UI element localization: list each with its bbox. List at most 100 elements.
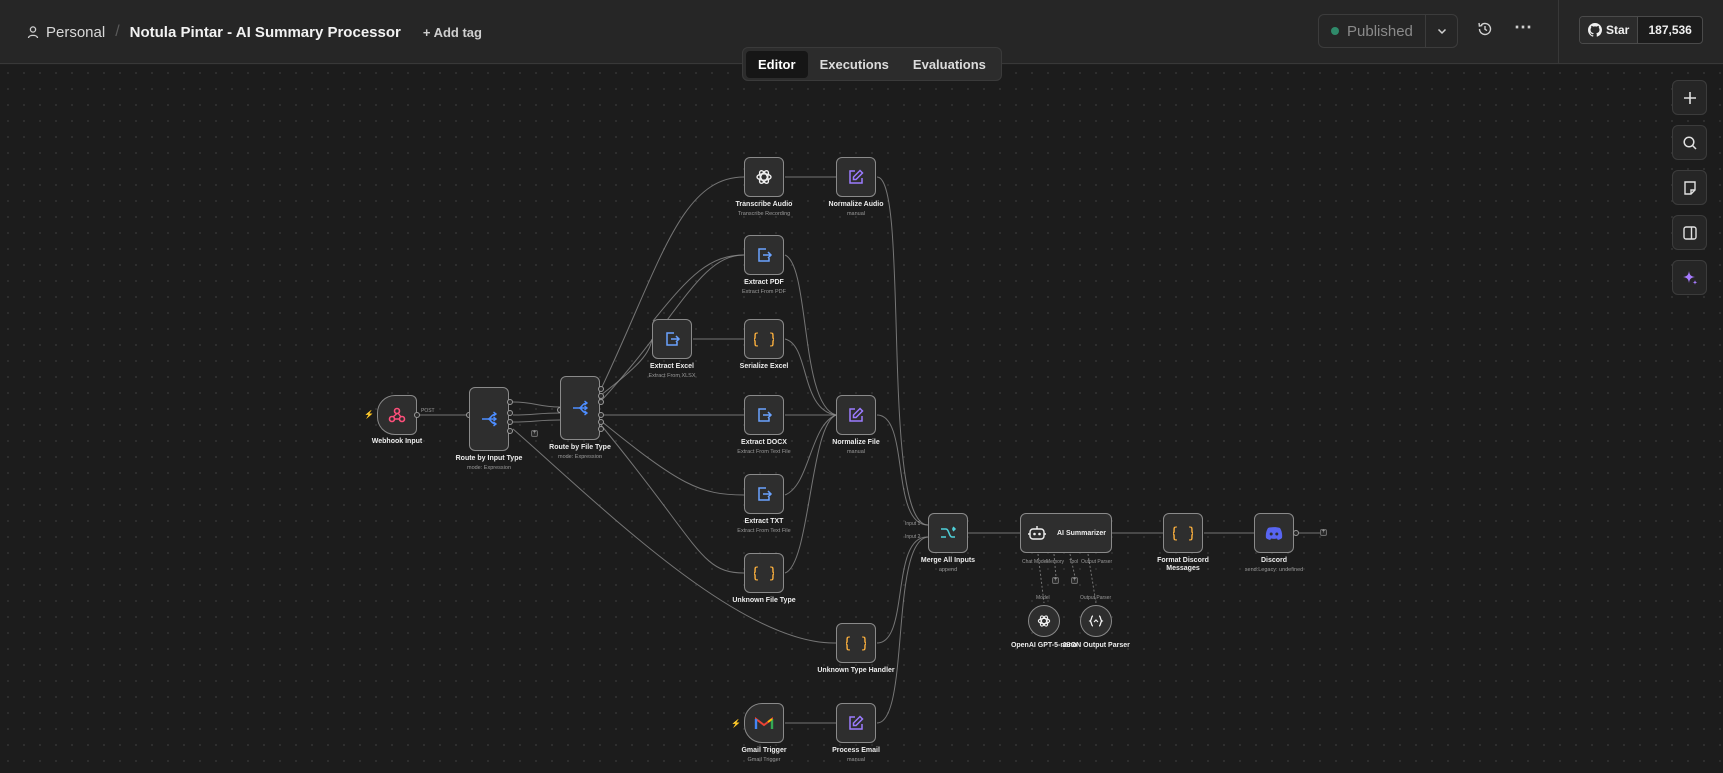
more-options-button[interactable]: ⋯ — [1512, 17, 1534, 40]
github-star-label: Star — [1606, 23, 1630, 37]
edit-icon — [849, 169, 864, 184]
node-unknown-type-handler[interactable]: { } — [836, 623, 876, 663]
node-discord[interactable] — [1254, 513, 1294, 553]
breadcrumb-separator: / — [115, 23, 120, 40]
port-label-tool: Tool — [1069, 559, 1079, 565]
tab-editor[interactable]: Editor — [746, 50, 808, 78]
output-handle[interactable] — [1293, 530, 1299, 536]
node-webhook-input[interactable] — [377, 395, 417, 435]
node-ai-summarizer[interactable]: AI Summarizer — [1020, 513, 1112, 553]
output-handle[interactable] — [598, 386, 604, 392]
add-node-plus-icon[interactable]: + — [1320, 529, 1327, 536]
published-status-dot — [1331, 27, 1339, 35]
port-label-memory: Memory — [1046, 559, 1065, 565]
connection — [512, 401, 561, 408]
node-extract-excel[interactable] — [652, 319, 692, 359]
discord-icon — [1265, 527, 1283, 540]
search-nodes-button[interactable] — [1672, 125, 1707, 160]
port-label-chat-model: Chat Model — [1022, 559, 1048, 565]
node-normalize-audio[interactable] — [836, 157, 876, 197]
ai-assistant-button[interactable] — [1672, 260, 1707, 295]
extract-icon — [758, 408, 773, 422]
node-label: Extract PDF — [744, 279, 784, 286]
published-button[interactable]: Published — [1319, 15, 1425, 47]
output-handle[interactable] — [598, 412, 604, 418]
node-route-by-input-type[interactable] — [469, 387, 509, 451]
add-tool-plus-icon[interactable]: + — [1071, 577, 1078, 584]
switch-icon — [573, 400, 589, 416]
output-handle[interactable] — [507, 419, 513, 425]
node-label: Merge All Inputs — [920, 557, 976, 564]
view-tabs: Editor Executions Evaluations — [742, 47, 1002, 81]
breadcrumb-personal[interactable]: Personal — [46, 24, 105, 41]
output-handle[interactable] — [598, 419, 604, 425]
connection — [1053, 553, 1057, 578]
node-label: Normalize File — [832, 439, 880, 446]
github-star-count: 187,536 — [1648, 23, 1692, 37]
workflow-title[interactable]: Notula Pintar - AI Summary Processor — [130, 24, 401, 41]
zoom-in-button[interactable] — [1672, 80, 1707, 115]
node-process-email[interactable] — [836, 703, 876, 743]
node-label: Extract TXT — [744, 518, 784, 525]
connection — [512, 412, 561, 416]
node-merge-all-inputs[interactable] — [928, 513, 968, 553]
node-label: AI Summarizer — [1057, 529, 1107, 537]
node-label: Normalize Audio — [828, 201, 884, 208]
svg-text:{ }: { } — [846, 634, 866, 652]
extract-icon — [666, 332, 681, 346]
tab-executions[interactable]: Executions — [808, 51, 901, 78]
port-label-output-parser: Output Parser — [1080, 595, 1112, 601]
output-handle[interactable] — [414, 412, 420, 418]
node-transcribe-audio[interactable] — [744, 157, 784, 197]
workflow-history-button[interactable] — [1476, 20, 1496, 40]
node-json-output-parser[interactable] — [1080, 605, 1112, 637]
node-subtitle: mode: Expression — [466, 465, 512, 471]
toggle-panel-button[interactable] — [1672, 215, 1707, 250]
connection — [1069, 553, 1076, 578]
node-format-discord-messages[interactable]: { } — [1163, 513, 1203, 553]
node-extract-txt[interactable] — [744, 474, 784, 514]
node-gmail-trigger[interactable] — [744, 703, 784, 743]
github-star-button[interactable]: Star — [1580, 17, 1639, 43]
history-icon — [1478, 22, 1492, 36]
output-handle[interactable] — [507, 428, 513, 434]
sticky-note-icon — [1683, 180, 1696, 195]
output-handle[interactable] — [598, 399, 604, 405]
node-subtitle: Extract From Text File — [737, 528, 791, 534]
connection — [512, 428, 837, 644]
connection — [876, 176, 929, 526]
chevron-down-icon — [1437, 28, 1446, 35]
node-extract-pdf[interactable] — [744, 235, 784, 275]
node-serialize-excel[interactable]: { } — [744, 319, 784, 359]
node-unknown-file-type[interactable]: { } — [744, 553, 784, 593]
ellipsis-icon: ⋯ — [1514, 17, 1532, 37]
node-label: Discord — [1260, 557, 1288, 564]
port-label-output-parser: Output Parser — [1081, 559, 1113, 565]
node-label: Unknown Type Handler — [817, 667, 895, 674]
node-label: JSON Output Parser — [1062, 642, 1130, 649]
node-extract-docx[interactable] — [744, 395, 784, 435]
code-icon: { } — [754, 330, 774, 348]
add-node-plus-icon[interactable]: + — [531, 430, 538, 437]
publish-dropdown-button[interactable] — [1425, 15, 1457, 47]
edit-icon — [849, 407, 864, 422]
connection — [652, 254, 745, 322]
output-handle[interactable] — [507, 410, 513, 416]
workflow-canvas[interactable]: ⚡ POST Webhook Input + Route by Input Ty… — [0, 65, 1723, 773]
connection — [784, 338, 837, 416]
extract-icon — [758, 248, 773, 262]
trigger-bolt-icon: ⚡ — [364, 410, 374, 419]
node-openai-model[interactable] — [1028, 605, 1060, 637]
node-normalize-file[interactable] — [836, 395, 876, 435]
add-memory-plus-icon[interactable]: + — [1052, 577, 1059, 584]
node-route-by-file-type[interactable] — [560, 376, 600, 440]
tab-evaluations[interactable]: Evaluations — [901, 51, 998, 78]
svg-text:{ }: { } — [1173, 524, 1193, 542]
add-tag-button[interactable]: + Add tag — [423, 25, 482, 40]
output-handle[interactable] — [598, 426, 604, 432]
add-sticky-note-button[interactable] — [1672, 170, 1707, 205]
github-star-widget[interactable]: Star 187,536 — [1579, 16, 1703, 44]
merge-icon — [941, 526, 957, 538]
output-handle[interactable] — [507, 399, 513, 405]
port-label-input2: Input 2 — [905, 534, 921, 540]
